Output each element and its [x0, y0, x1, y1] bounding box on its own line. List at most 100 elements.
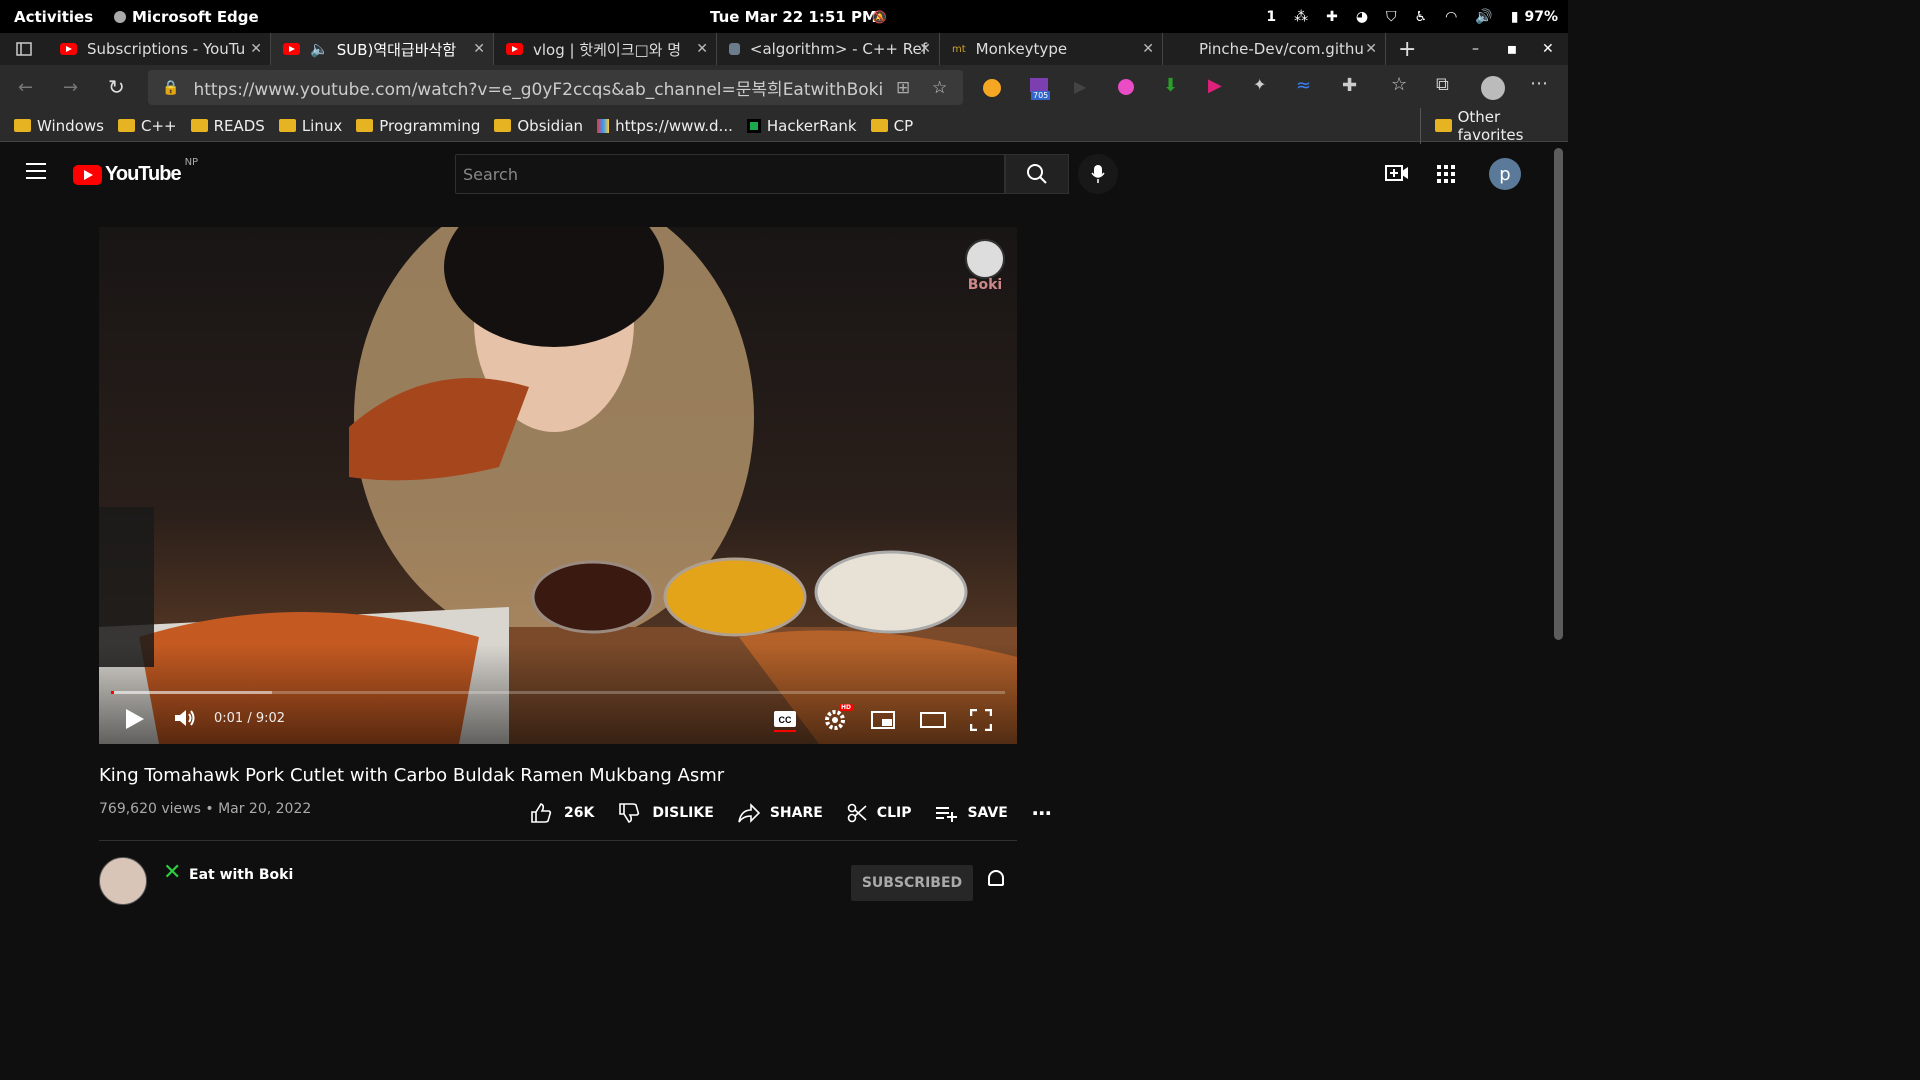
url-text[interactable]: https://www.youtube.com/watch?v=e_g0yF2c…: [193, 75, 883, 100]
workspace-indicator[interactable]: 1: [1266, 9, 1276, 25]
extension-badge-icon[interactable]: [1030, 78, 1048, 92]
app-available-icon[interactable]: ⊞: [896, 78, 910, 98]
bookmark-label: https://www.d...: [615, 116, 733, 135]
video-player[interactable]: Boki 0:01 / 9:02 CC HD: [99, 227, 1017, 744]
more-actions-icon[interactable]: ⋯: [1032, 801, 1052, 825]
bookmark-folder[interactable]: C++: [117, 117, 177, 135]
close-tab-icon[interactable]: ✕: [473, 41, 485, 57]
notification-bell-icon[interactable]: [988, 870, 1004, 886]
buffered-bar: [111, 691, 272, 694]
volume-button[interactable]: [173, 707, 197, 733]
bookmark-folder[interactable]: Windows: [14, 117, 104, 135]
close-window-button[interactable]: ✕: [1542, 41, 1554, 57]
play-button[interactable]: [126, 709, 144, 729]
channel-avatar[interactable]: [99, 857, 147, 905]
theater-mode-button[interactable]: [920, 711, 946, 733]
bookmark-folder[interactable]: Obsidian: [494, 117, 583, 135]
hamburger-menu-icon[interactable]: [26, 163, 46, 179]
voice-search-button[interactable]: [1078, 154, 1118, 194]
accessibility-icon[interactable]: ♿: [1415, 9, 1428, 25]
page-scrollbar[interactable]: [1554, 148, 1563, 640]
bookmark-folder[interactable]: Linux: [278, 117, 342, 135]
apps-grid-icon[interactable]: [1437, 165, 1455, 187]
extension-puzzle-icon[interactable]: ✚: [1326, 9, 1338, 25]
gear-icon: [825, 710, 845, 730]
youtube-logo[interactable]: YouTube NP: [73, 157, 198, 186]
bookmark-label: Other favorites: [1457, 107, 1524, 144]
audio-playing-icon[interactable]: 🔈: [310, 40, 329, 58]
avatar[interactable]: p: [1489, 158, 1521, 190]
back-icon[interactable]: ←: [18, 77, 33, 98]
subscribed-button[interactable]: SUBSCRIBED: [851, 865, 973, 901]
bookmark-folder[interactable]: CP: [870, 117, 913, 135]
extension-wave-icon[interactable]: ≈: [1296, 75, 1311, 96]
bookmark-folder[interactable]: Programming: [356, 117, 480, 135]
clip-button[interactable]: CLIP: [847, 803, 911, 823]
tab-actions-icon[interactable]: [0, 33, 48, 65]
share-button[interactable]: SHARE: [738, 803, 823, 823]
tab-monkeytype[interactable]: mt Monkeytype ✕: [940, 33, 1163, 65]
channel-badge-icon: ✕: [163, 860, 182, 885]
battery-icon[interactable]: ▮: [1511, 9, 1519, 25]
bookmark-folder[interactable]: READS: [190, 116, 265, 135]
tab-current-video[interactable]: 🔈 SUB)역대급바삭함 ✕: [271, 33, 494, 65]
minimize-button[interactable]: –: [1472, 41, 1479, 57]
extension-k-icon[interactable]: [983, 79, 1001, 97]
extension-play-icon[interactable]: ▶: [1208, 75, 1222, 96]
tab-github[interactable]: Pinche-Dev/com.githu ✕: [1163, 33, 1386, 65]
tab-cpp-reference[interactable]: <algorithm> - C++ Ref ✕: [717, 33, 940, 65]
extension-pink-icon[interactable]: [1118, 79, 1134, 95]
extension-download-icon[interactable]: ⬇: [1163, 75, 1178, 96]
clock[interactable]: Tue Mar 22 1:51 PM: [710, 8, 877, 26]
volume-icon[interactable]: 🔊: [1475, 9, 1492, 25]
favorites-icon[interactable]: ☆: [1391, 74, 1407, 95]
save-button[interactable]: SAVE: [935, 804, 1008, 822]
fullscreen-button[interactable]: [969, 708, 993, 735]
close-tab-icon[interactable]: ✕: [1365, 41, 1377, 57]
app-menu[interactable]: Microsoft Edge: [114, 8, 259, 26]
search-input[interactable]: Search: [455, 154, 1005, 194]
maximize-button[interactable]: ◼: [1507, 42, 1517, 56]
time-display: 0:01 / 9:02: [214, 711, 286, 726]
favorite-star-icon[interactable]: ☆: [932, 78, 947, 98]
system-tray[interactable]: 1 ⁂ ✚ ◕ ⛉ ♿ ◠ 🔊 ▮ 97%: [1266, 9, 1558, 25]
extension-dark-icon[interactable]: ✦: [1253, 75, 1266, 94]
close-tab-icon[interactable]: ✕: [696, 41, 708, 57]
close-tab-icon[interactable]: ✕: [250, 41, 262, 57]
activities-button[interactable]: Activities: [14, 8, 93, 26]
other-favorites[interactable]: Other favorites: [1420, 107, 1568, 144]
forward-icon[interactable]: →: [63, 77, 78, 98]
bookmark-label: READS: [213, 116, 265, 135]
wifi-icon[interactable]: ◠: [1445, 9, 1457, 25]
channel-name[interactable]: Eat with Boki: [189, 867, 293, 883]
profile-icon[interactable]: [1481, 76, 1505, 100]
extension-disabled-icon[interactable]: ▶: [1074, 77, 1086, 96]
captions-button[interactable]: CC: [774, 710, 796, 736]
create-video-icon[interactable]: [1385, 164, 1409, 186]
lock-icon[interactable]: 🔒: [162, 80, 179, 96]
like-button[interactable]: 26K: [530, 802, 594, 824]
address-bar[interactable]: 🔒 https://www.youtube.com/watch?v=e_g0yF…: [148, 70, 963, 105]
more-menu-icon[interactable]: ⋯: [1530, 73, 1548, 94]
dislike-button[interactable]: DISLIKE: [618, 802, 714, 824]
bookmark-link[interactable]: HackerRank: [746, 117, 857, 135]
new-tab-button[interactable]: +: [1398, 37, 1416, 62]
close-tab-icon[interactable]: ✕: [919, 41, 931, 57]
tab-subscriptions[interactable]: Subscriptions - YouTu ✕: [48, 33, 271, 65]
progress-bar[interactable]: [111, 691, 1005, 694]
bell-icon[interactable]: 🔕: [872, 10, 887, 24]
collections-icon[interactable]: ⧉: [1436, 74, 1449, 95]
bookmark-link[interactable]: https://www.d...: [597, 117, 733, 135]
channel-watermark[interactable]: Boki: [965, 239, 1005, 293]
close-tab-icon[interactable]: ✕: [1142, 41, 1154, 57]
miniplayer-button[interactable]: [871, 711, 895, 733]
chef-hat-icon[interactable]: ◕: [1356, 9, 1368, 25]
tab-vlog[interactable]: vlog | 핫케이크□와 명 ✕: [494, 33, 717, 65]
extensions-icon[interactable]: ✚: [1342, 75, 1357, 96]
bookmark-label: Windows: [37, 116, 104, 135]
settings-button[interactable]: HD: [823, 704, 854, 736]
shield-icon[interactable]: ⛉: [1386, 9, 1397, 25]
search-button[interactable]: [1005, 154, 1069, 194]
dropbox-icon[interactable]: ⁂: [1294, 9, 1308, 25]
refresh-icon[interactable]: ↻: [108, 75, 125, 99]
